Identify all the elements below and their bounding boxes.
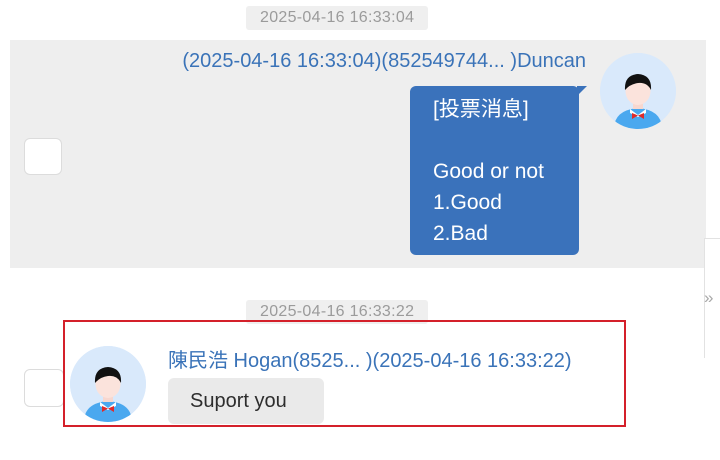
vote-message-spacer <box>433 125 579 156</box>
left-rail <box>0 0 10 460</box>
sender-info: (2025-04-16 16:33:04)(852549744... )Dunc… <box>182 50 586 72</box>
selected-message-row[interactable] <box>10 40 706 268</box>
vote-option: 2.Bad <box>433 222 488 245</box>
top-right-area <box>696 0 720 40</box>
vote-question: Good or not <box>433 160 544 183</box>
bubble-tail <box>577 86 587 96</box>
message-select-checkbox[interactable] <box>24 138 62 175</box>
vote-message-header: [投票消息] <box>433 98 529 121</box>
double-chevron-right-icon[interactable]: » <box>704 288 713 308</box>
avatar-icon[interactable] <box>600 53 676 129</box>
highlight-frame <box>63 320 626 427</box>
message-select-checkbox[interactable] <box>24 369 64 407</box>
avatar-icon <box>600 53 676 129</box>
chat-view: 2025-04-16 16:33:04 (2025-04-16 16:33:04… <box>0 0 720 460</box>
vote-option: 1.Good <box>433 191 502 214</box>
message-timestamp: 2025-04-16 16:33:04 <box>246 6 429 30</box>
vote-message-bubble[interactable]: [投票消息] Good or not 1.Good 2.Bad <box>410 86 587 255</box>
